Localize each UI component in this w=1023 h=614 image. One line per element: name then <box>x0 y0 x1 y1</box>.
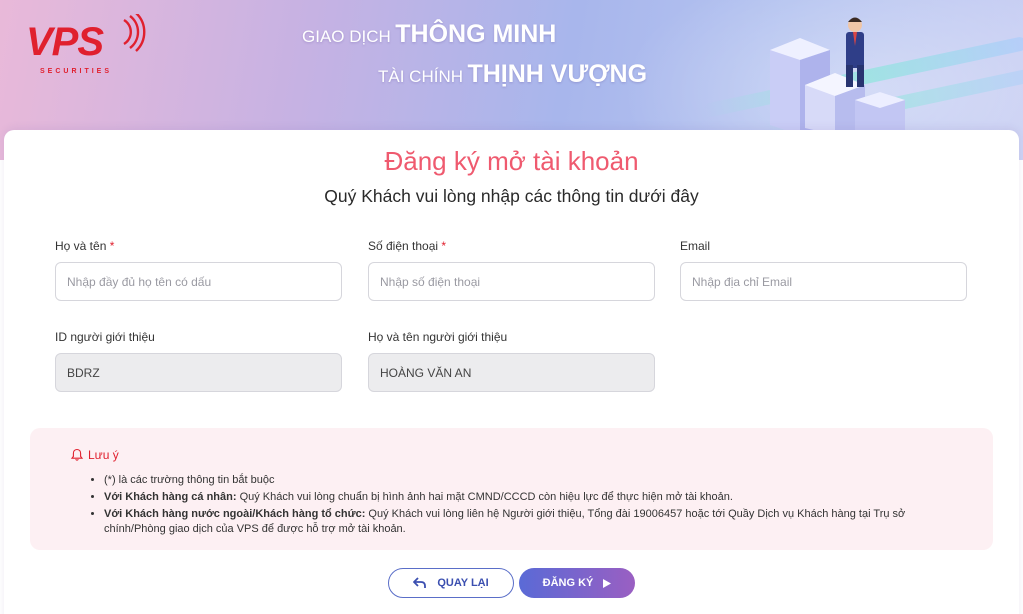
note-box: Lưu ý (*) là các trường thông tin bắt bu… <box>30 428 993 550</box>
referrer-name-field: Họ và tên người giới thiệu <box>368 330 655 392</box>
full-name-label: Họ và tên * <box>55 239 115 253</box>
referrer-name-input[interactable] <box>368 353 655 392</box>
back-button[interactable]: QUAY LẠI <box>388 568 514 598</box>
note-item: Với Khách hàng cá nhân: Quý Khách vui lò… <box>104 490 964 505</box>
play-triangle-icon <box>603 578 612 588</box>
note-item: (*) là các trường thông tin bắt buộc <box>104 473 964 488</box>
phone-label: Số điện thoại * <box>368 239 447 253</box>
referrer-id-input[interactable] <box>55 353 342 392</box>
vps-logo[interactable]: VPS SECURITIES <box>26 14 156 80</box>
note-item: Với Khách hàng nước ngoài/Khách hàng tổ … <box>104 507 964 537</box>
phone-field: Số điện thoại * <box>368 239 655 301</box>
email-field: Email <box>680 239 967 301</box>
logo-text: VPS <box>26 20 104 64</box>
slogan-line-2: TÀI CHÍNH THỊNH VƯỢNG <box>378 60 648 88</box>
referrer-name-label: Họ và tên người giới thiệu <box>368 330 508 344</box>
note-title: Lưu ý <box>88 448 119 462</box>
businessman-illustration <box>770 17 905 135</box>
note-list: (*) là các trường thông tin bắt buộc Với… <box>104 473 964 539</box>
page-subtitle: Quý Khách vui lòng nhập các thông tin dư… <box>324 186 699 206</box>
referrer-id-label: ID người giới thiệu <box>55 330 155 344</box>
page-title: Đăng ký mở tài khoản <box>384 146 639 176</box>
signal-arcs-icon <box>123 14 146 52</box>
full-name-input[interactable] <box>55 262 342 301</box>
slogan-line-1: GIAO DỊCH THÔNG MINH <box>302 20 557 48</box>
logo-subtext: SECURITIES <box>40 68 113 75</box>
full-name-field: Họ và tên * <box>55 239 342 301</box>
back-button-label: QUAY LẠI <box>437 577 489 589</box>
return-arrow-icon <box>413 577 427 588</box>
bell-icon <box>70 448 84 461</box>
email-input[interactable] <box>680 262 967 301</box>
referrer-id-field: ID người giới thiệu <box>55 330 342 392</box>
phone-input[interactable] <box>368 262 655 301</box>
note-header: Lưu ý <box>70 448 119 462</box>
submit-button[interactable]: ĐĂNG KÝ <box>519 568 635 598</box>
submit-button-label: ĐĂNG KÝ <box>542 577 594 589</box>
email-label: Email <box>680 239 711 253</box>
